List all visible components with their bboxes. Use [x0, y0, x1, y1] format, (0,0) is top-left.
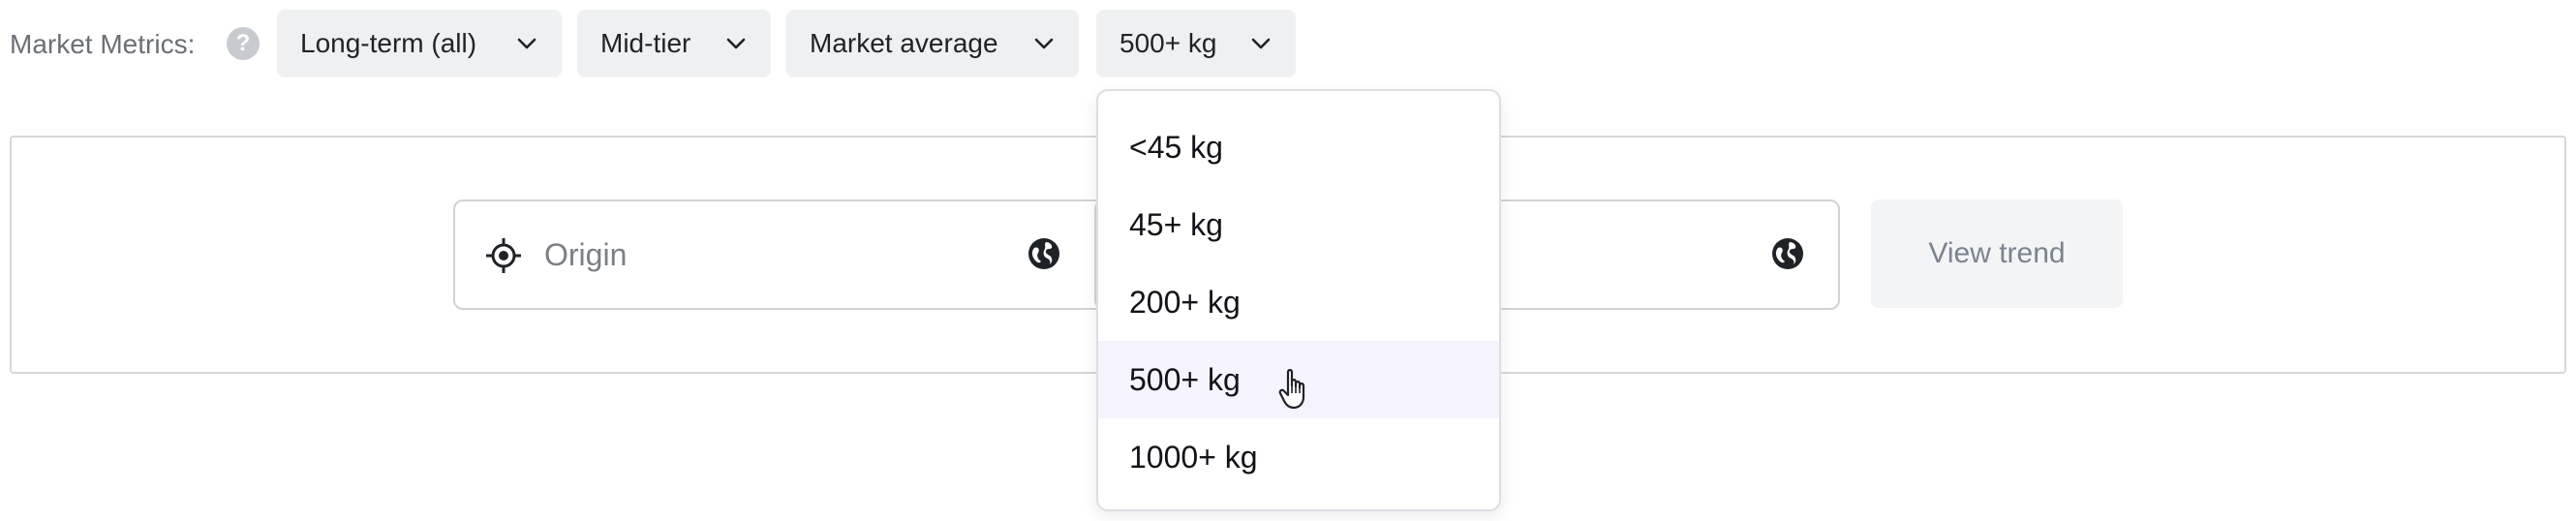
- weight-option[interactable]: 1000+ kg: [1098, 418, 1499, 496]
- filter-period-label: Long-term (all): [300, 28, 477, 58]
- weight-dropdown-menu: <45 kg 45+ kg 200+ kg 500+ kg 1000+ kg: [1096, 89, 1501, 511]
- weight-option[interactable]: 45+ kg: [1098, 186, 1499, 263]
- filter-weight-dropdown[interactable]: 500+ kg: [1096, 10, 1296, 77]
- globe-icon[interactable]: [1770, 236, 1805, 271]
- globe-icon[interactable]: [1027, 236, 1061, 271]
- chevron-down-icon: [1251, 38, 1271, 49]
- view-trend-button[interactable]: View trend: [1871, 199, 2123, 308]
- filter-period-dropdown[interactable]: Long-term (all): [277, 10, 562, 77]
- chevron-down-icon: [1034, 38, 1054, 49]
- weight-option[interactable]: <45 kg: [1098, 108, 1499, 186]
- filter-weight-label: 500+ kg: [1119, 28, 1217, 58]
- weight-option[interactable]: 200+ kg: [1098, 263, 1499, 341]
- chevron-down-icon: [517, 38, 537, 49]
- origin-placeholder: Origin: [544, 236, 628, 272]
- question-circle-icon[interactable]: ?: [227, 27, 260, 60]
- chevron-down-icon: [726, 38, 746, 49]
- filter-tier-label: Mid-tier: [600, 28, 691, 58]
- hand-pointer-icon: [1278, 369, 1305, 410]
- filter-market-label: Market average: [810, 28, 998, 58]
- filter-tier-dropdown[interactable]: Mid-tier: [577, 10, 771, 77]
- market-metrics-label: Market Metrics:: [10, 29, 196, 59]
- filter-market-dropdown[interactable]: Market average: [786, 10, 1079, 77]
- crosshair-icon: [486, 238, 521, 273]
